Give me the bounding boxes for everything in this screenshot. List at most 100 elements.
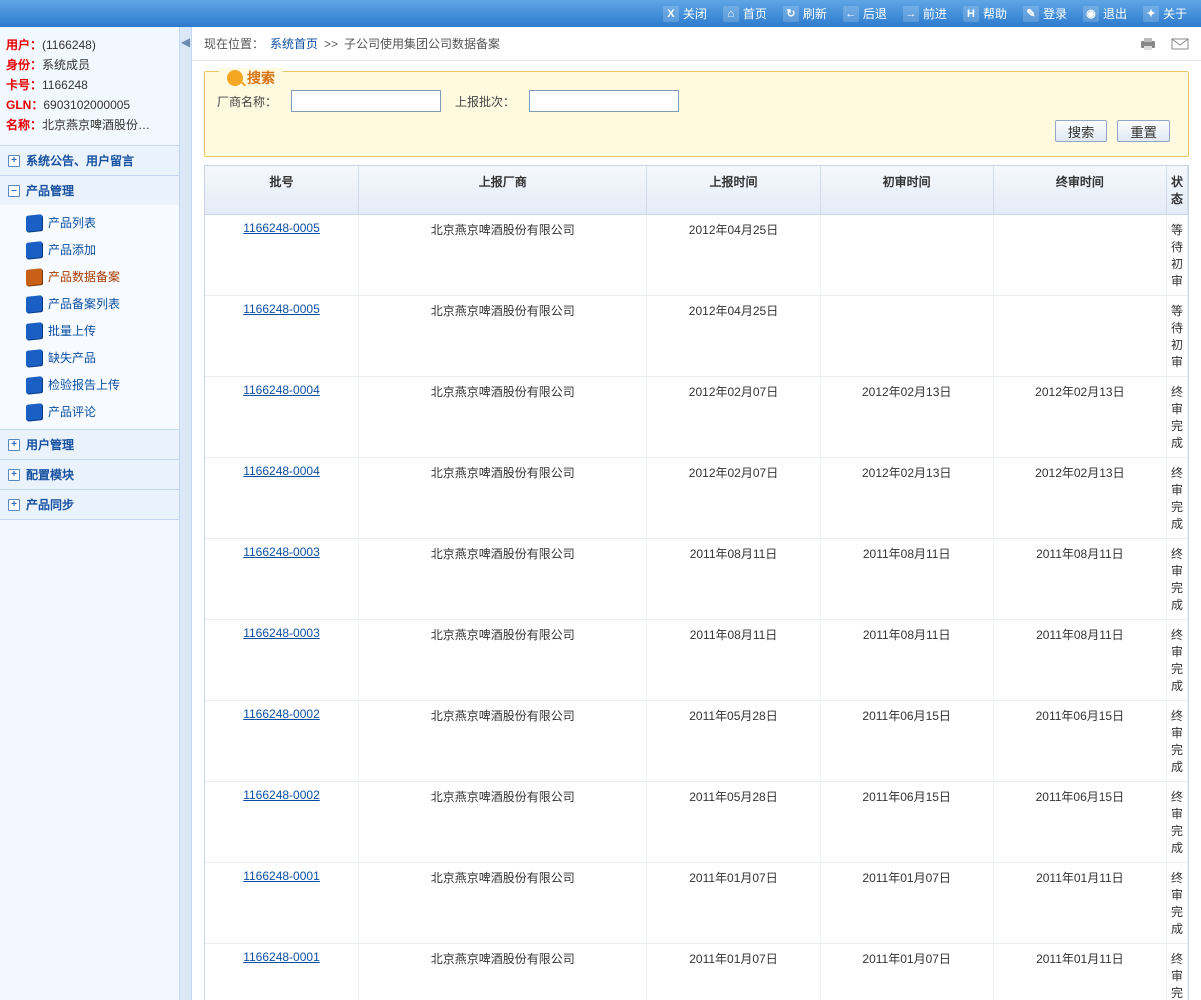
batch-link[interactable]: 1166248-0005 (243, 302, 320, 316)
cell-submit-time: 2011年01月07日 (647, 944, 820, 1000)
cell-vendor: 北京燕京啤酒股份有限公司 (359, 539, 647, 619)
cell-final-review: 2011年06月15日 (994, 782, 1167, 862)
batch-link[interactable]: 1166248-0001 (243, 869, 320, 883)
location-label: 现在位置： (204, 35, 264, 52)
book-icon (26, 322, 42, 340)
search-button[interactable]: 搜索 (1055, 120, 1108, 142)
nav-icon-2: ↻ (783, 6, 799, 22)
nav-4[interactable]: →前进 (897, 3, 953, 24)
nav-2[interactable]: ↻刷新 (777, 3, 833, 24)
nav-0[interactable]: X关闭 (657, 3, 713, 24)
cell-status: 终审完成 (1167, 620, 1188, 700)
nav-icon-1: ⌂ (723, 6, 739, 22)
cell-batch: 1166248-0005 (205, 296, 359, 376)
expand-icon: + (8, 469, 20, 481)
menu-item-1-1[interactable]: 产品添加 (0, 236, 179, 263)
cell-vendor: 北京燕京啤酒股份有限公司 (359, 377, 647, 457)
menu-item-label: 产品评论 (48, 403, 96, 420)
printer-icon[interactable] (1139, 36, 1157, 52)
search-title: 搜索 (247, 68, 275, 88)
menu-section-label: 系统公告、用户留言 (26, 152, 134, 169)
card-label: 卡号： (6, 78, 42, 92)
col-final-review: 终审时间 (994, 166, 1167, 214)
user-value: (1166248) (42, 38, 96, 52)
cell-final-review (994, 296, 1167, 376)
cell-vendor: 北京燕京啤酒股份有限公司 (359, 944, 647, 1000)
cell-vendor: 北京燕京啤酒股份有限公司 (359, 620, 647, 700)
nav-8[interactable]: ✦关于 (1137, 3, 1193, 24)
cell-batch: 1166248-0002 (205, 782, 359, 862)
menu-item-1-2[interactable]: 产品数据备案 (0, 263, 179, 290)
crumb-home-link[interactable]: 系统首页 (270, 35, 318, 52)
role-label: 身份： (6, 58, 42, 72)
nav-3[interactable]: ←后退 (837, 3, 893, 24)
col-vendor: 上报厂商 (359, 166, 647, 214)
batch-link[interactable]: 1166248-0002 (243, 707, 320, 721)
cell-final-review: 2011年01月11日 (994, 863, 1167, 943)
crumb-sep: >> (324, 37, 338, 51)
cell-batch: 1166248-0001 (205, 863, 359, 943)
cell-final-review: 2011年06月15日 (994, 701, 1167, 781)
menu-item-label: 检验报告上传 (48, 376, 120, 393)
menu-item-1-3[interactable]: 产品备案列表 (0, 290, 179, 317)
menu-item-label: 缺失产品 (48, 349, 96, 366)
nav-icon-6: ✎ (1023, 6, 1039, 22)
mail-icon[interactable] (1171, 36, 1189, 52)
table-row: 1166248-0005北京燕京啤酒股份有限公司2012年04月25日等待初审 (205, 215, 1188, 296)
top-nav-bar: X关闭⌂首页↻刷新←后退→前进H帮助✎登录◉退出✦关于 (0, 0, 1201, 27)
nav-6[interactable]: ✎登录 (1017, 3, 1073, 24)
nav-7[interactable]: ◉退出 (1077, 3, 1133, 24)
batch-link[interactable]: 1166248-0004 (243, 464, 320, 478)
role-value: 系统成员 (42, 58, 90, 72)
menu-item-1-5[interactable]: 缺失产品 (0, 344, 179, 371)
vendor-name-input[interactable] (291, 90, 441, 112)
cell-batch: 1166248-0001 (205, 944, 359, 1000)
menu-item-1-4[interactable]: 批量上传 (0, 317, 179, 344)
nav-1[interactable]: ⌂首页 (717, 3, 773, 24)
menu-section-label: 产品管理 (26, 182, 74, 199)
batch-link[interactable]: 1166248-0005 (243, 221, 320, 235)
menu-section-4[interactable]: +产品同步 (0, 490, 179, 519)
menu-item-1-0[interactable]: 产品列表 (0, 209, 179, 236)
cell-status: 终审完成 (1167, 377, 1188, 457)
cell-batch: 1166248-0003 (205, 539, 359, 619)
nav-label-1: 首页 (743, 5, 767, 22)
user-label: 用户： (6, 38, 42, 52)
batch-link[interactable]: 1166248-0003 (243, 626, 320, 640)
cell-submit-time: 2011年05月28日 (647, 782, 820, 862)
cell-submit-time: 2012年02月07日 (647, 458, 820, 538)
expand-icon: + (8, 155, 20, 167)
cell-submit-time: 2011年05月28日 (647, 701, 820, 781)
batch-code-input[interactable] (529, 90, 679, 112)
menu-section-2[interactable]: +用户管理 (0, 430, 179, 459)
menu-item-label: 批量上传 (48, 322, 96, 339)
cell-status: 等待初审 (1167, 296, 1188, 376)
col-batch: 批号 (205, 166, 359, 214)
reset-button[interactable]: 重置 (1117, 120, 1170, 142)
cell-batch: 1166248-0004 (205, 377, 359, 457)
cell-submit-time: 2012年02月07日 (647, 377, 820, 457)
nav-5[interactable]: H帮助 (957, 3, 1013, 24)
sidebar-collapse-handle[interactable]: ◀ (180, 27, 192, 1000)
sidebar: 用户：(1166248) 身份：系统成员 卡号：1166248 GLN：6903… (0, 27, 180, 1000)
name-label: 名称： (6, 118, 42, 132)
menu-section-label: 用户管理 (26, 436, 74, 453)
vendor-name-label: 厂商名称： (217, 93, 277, 110)
table-header: 批号 上报厂商 上报时间 初审时间 终审时间 状态 (205, 166, 1188, 215)
nav-label-7: 退出 (1103, 5, 1127, 22)
nav-label-5: 帮助 (983, 5, 1007, 22)
menu-section-1[interactable]: –产品管理 (0, 176, 179, 205)
menu-item-1-7[interactable]: 产品评论 (0, 398, 179, 425)
menu-section-3[interactable]: +配置模块 (0, 460, 179, 489)
batch-link[interactable]: 1166248-0004 (243, 383, 320, 397)
batch-link[interactable]: 1166248-0002 (243, 788, 320, 802)
name-value: 北京燕京啤酒股份… (42, 118, 150, 132)
batch-link[interactable]: 1166248-0003 (243, 545, 320, 559)
cell-status: 终审完成 (1167, 701, 1188, 781)
menu-section-0[interactable]: + 系统公告、用户留言 (0, 146, 179, 175)
menu-item-1-6[interactable]: 检验报告上传 (0, 371, 179, 398)
cell-vendor: 北京燕京啤酒股份有限公司 (359, 215, 647, 295)
batch-link[interactable]: 1166248-0001 (243, 950, 320, 964)
cell-vendor: 北京燕京啤酒股份有限公司 (359, 863, 647, 943)
cell-final-review (994, 215, 1167, 295)
